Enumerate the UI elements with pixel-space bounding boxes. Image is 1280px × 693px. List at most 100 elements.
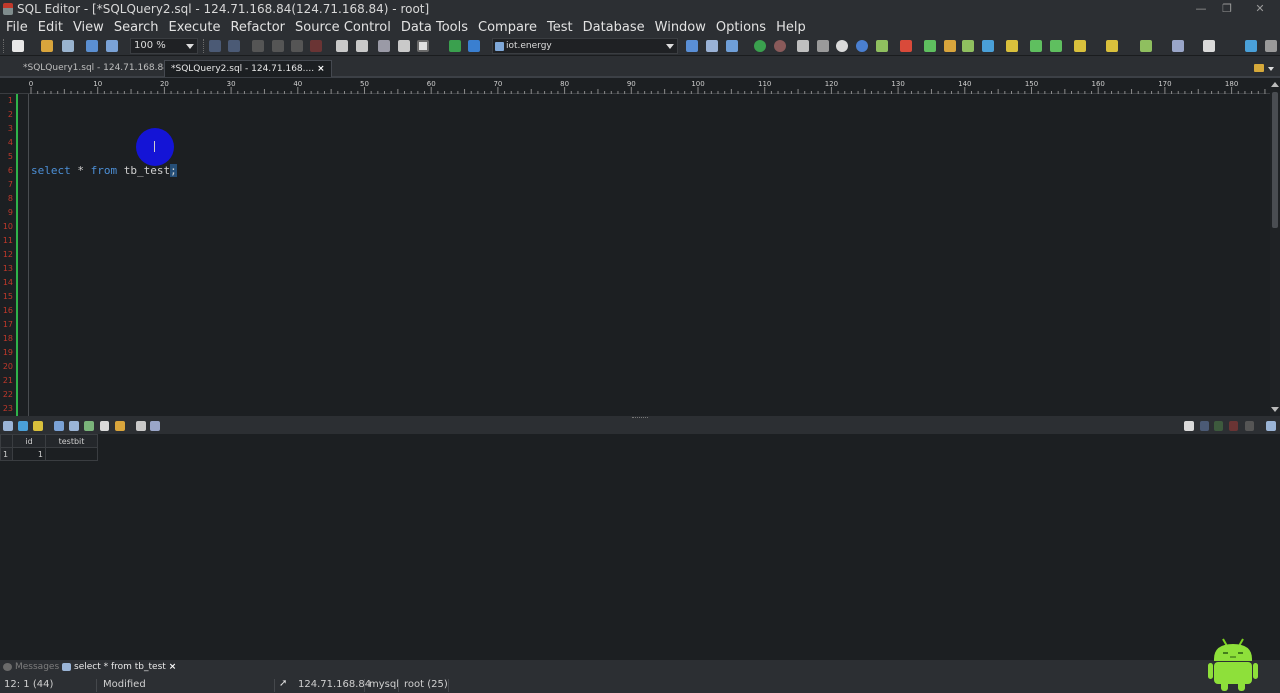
save-all-icon[interactable] [106,40,118,52]
menu-database[interactable]: Database [579,20,649,35]
scroll-down-icon[interactable] [1271,407,1279,412]
refresh-icon[interactable] [468,40,480,52]
menu-options[interactable]: Options [712,20,770,35]
commit-icon[interactable] [944,40,956,52]
menu-help[interactable]: Help [772,20,810,35]
corner-cell[interactable] [0,434,13,448]
tab-messages[interactable]: Messages [3,662,59,672]
print-icon[interactable] [84,421,94,431]
menu-window[interactable]: Window [651,20,710,35]
record-icon[interactable] [33,421,43,431]
tab-sqlquery1[interactable]: *SQLQuery1.sql - 124.71.168.84... [17,60,184,77]
toolbar-grip[interactable] [203,39,206,53]
editor-scrollbar[interactable] [1270,78,1280,416]
zoom-select[interactable]: 100 % [130,38,198,54]
grid-icon[interactable] [1030,40,1042,52]
wand-icon[interactable] [1074,40,1086,52]
toggle-icon[interactable] [417,40,429,52]
bookmark-icon[interactable] [1106,40,1118,52]
close-tab-icon[interactable]: × [169,662,177,672]
export-icon[interactable] [1050,40,1062,52]
restore-icon[interactable]: ❐ [1214,0,1240,17]
row-number[interactable]: 1 [0,447,13,461]
search-icon[interactable] [1140,40,1152,52]
sql-editor[interactable]: 0 10 20 30 40 50 60 70 80 90 100 110 120 130 140 150 160… [0,78,1280,416]
grid-view-icon[interactable] [3,421,13,431]
minimize-icon[interactable]: — [1188,0,1214,17]
delete-icon[interactable] [310,40,322,52]
save-icon[interactable] [86,40,98,52]
scroll-up-icon[interactable] [1271,82,1279,87]
undo-icon[interactable] [1200,421,1209,431]
layout-icon[interactable] [1245,40,1257,52]
redo-icon[interactable] [228,40,240,52]
menu-compare[interactable]: Compare [474,20,541,35]
filter-icon[interactable] [876,40,888,52]
save-result-icon[interactable] [54,421,64,431]
cut-icon[interactable] [272,40,284,52]
menu-test[interactable]: Test [543,20,577,35]
database-select[interactable]: iot.energy [492,38,678,54]
outdent-icon[interactable] [356,40,368,52]
column-header-id[interactable]: id [12,434,46,448]
stop-icon[interactable] [774,40,786,52]
tab-list-menu[interactable] [1254,62,1274,74]
window-icon[interactable] [1203,40,1215,52]
indent-icon[interactable] [336,40,348,52]
new-connection-icon[interactable] [449,40,461,52]
step-icon[interactable] [856,40,868,52]
menu-execute[interactable]: Execute [164,20,224,35]
column-header-testbit[interactable]: testbit [45,434,98,448]
add-row-icon[interactable] [1214,421,1223,431]
menu-search[interactable]: Search [110,20,163,35]
close-tab-icon[interactable]: × [317,64,325,74]
result-grid[interactable]: id testbit 1 1 [0,434,1280,660]
cell-id[interactable]: 1 [12,447,46,461]
rollback-icon[interactable] [962,40,974,52]
chart-icon[interactable] [1172,40,1184,52]
open-folder-icon[interactable] [41,40,53,52]
document-icon[interactable] [100,421,109,431]
menu-data-tools[interactable]: Data Tools [397,20,472,35]
folder-icon[interactable] [1006,40,1018,52]
copy-icon[interactable] [252,40,264,52]
flash-icon[interactable] [900,40,912,52]
open-recent-icon[interactable] [62,40,74,52]
export-result-icon[interactable] [69,421,79,431]
menu-source-control[interactable]: Source Control [291,20,395,35]
delete-row-icon[interactable] [1229,421,1238,431]
scroll-thumb[interactable] [1272,92,1278,228]
find-icon[interactable] [136,421,146,431]
edit-icon[interactable] [1184,421,1194,431]
transaction-icon[interactable] [924,40,936,52]
options-icon[interactable] [817,40,829,52]
execute-icon[interactable] [686,40,698,52]
filter-icon[interactable] [18,421,28,431]
explain-icon[interactable] [726,40,738,52]
settings-icon[interactable] [797,40,809,52]
apply-icon[interactable] [1245,421,1254,431]
toolbar-grip[interactable] [3,39,6,53]
execute-selection-icon[interactable] [706,40,718,52]
paste-icon[interactable] [291,40,303,52]
cell-testbit[interactable] [45,447,98,461]
schema-icon[interactable] [982,40,994,52]
pin-icon[interactable] [150,421,160,431]
run-icon[interactable] [754,40,766,52]
tab-sqlquery2[interactable]: *SQLQuery2.sql - 124.71.168.... × [164,60,332,77]
customize-icon[interactable] [1265,40,1277,52]
menu-refactor[interactable]: Refactor [226,20,289,35]
new-file-icon[interactable] [12,40,24,52]
debug-icon[interactable] [836,40,848,52]
table-row[interactable]: 1 1 [0,447,98,461]
menu-file[interactable]: File [2,20,32,35]
format-icon[interactable] [378,40,390,52]
undo-icon[interactable] [209,40,221,52]
menu-edit[interactable]: Edit [34,20,67,35]
refresh-result-icon[interactable] [1266,421,1276,431]
menu-view[interactable]: View [69,20,108,35]
pilcrow-icon[interactable] [398,40,410,52]
close-icon[interactable]: ✕ [1240,0,1280,17]
chart-icon[interactable] [115,421,125,431]
tab-result[interactable]: select * from tb_test × [62,662,176,672]
